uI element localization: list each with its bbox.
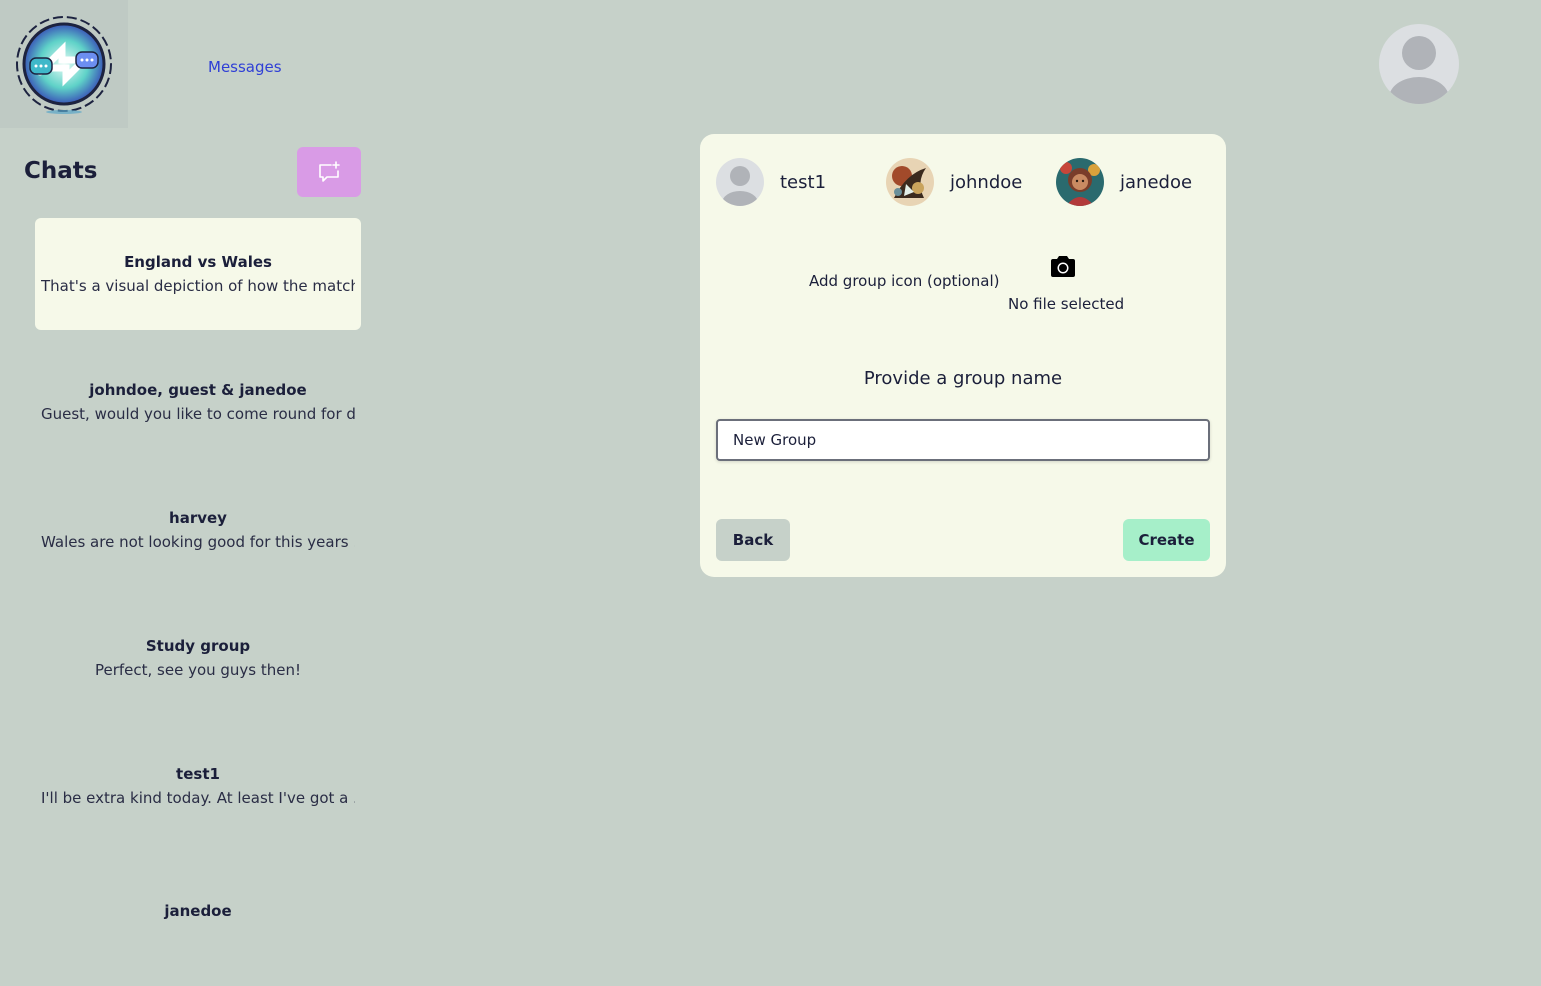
chat-preview: That's a visual depiction of how the mat…: [41, 277, 355, 295]
chat-list-item[interactable]: janedoe: [35, 858, 361, 970]
chat-name: Study group: [145, 637, 251, 655]
new-chat-button[interactable]: [297, 147, 361, 197]
chat-list-item[interactable]: harvey Wales are not looking good for th…: [35, 474, 361, 586]
chat-preview: I'll be extra kind today. At least I've …: [41, 789, 355, 807]
camera-icon: [1051, 256, 1075, 277]
chat-list: England vs Wales That's a visual depicti…: [35, 218, 361, 986]
chat-preview: Guest, would you like to come round for …: [41, 405, 355, 423]
member-avatar: [716, 158, 764, 206]
chat-list-item[interactable]: England vs Wales That's a visual depicti…: [35, 218, 361, 330]
chats-heading: Chats: [24, 158, 98, 184]
group-member-janedoe: janedoe: [1056, 158, 1192, 206]
chat-swap-logo-icon: [16, 16, 112, 114]
user-silhouette-icon: [1389, 36, 1449, 104]
upload-group-icon-button[interactable]: [1049, 254, 1077, 284]
group-name-input[interactable]: [716, 419, 1210, 461]
chat-list-item[interactable]: johndoe, guest & janedoe Guest, would yo…: [35, 346, 361, 458]
member-avatar: [886, 158, 934, 206]
chat-list-item[interactable]: test1 I'll be extra kind today. At least…: [35, 730, 361, 842]
chat-name: test1: [176, 765, 220, 783]
chat-name: harvey: [169, 509, 227, 527]
chat-name: England vs Wales: [124, 253, 272, 271]
member-name: janedoe: [1120, 171, 1193, 193]
member-name: test1: [780, 171, 827, 193]
profile-avatar[interactable]: [1379, 24, 1459, 104]
back-button[interactable]: Back: [716, 519, 790, 561]
chat-list-item[interactable]: Study group Perfect, see you guys then!: [35, 602, 361, 714]
girl-art-avatar-icon: [1056, 158, 1104, 206]
group-name-prompt: Provide a group name: [863, 368, 1063, 389]
member-avatar: [1056, 158, 1104, 206]
app-logo[interactable]: [0, 0, 128, 128]
create-group-panel: test1 johndoe janedoe Add group icon (op…: [700, 134, 1226, 577]
chat-preview: Perfect, see you guys then!: [94, 661, 302, 679]
file-selection-status: No file selected: [1008, 295, 1125, 313]
group-member-johndoe: johndoe: [886, 158, 1022, 206]
member-name: johndoe: [950, 171, 1023, 193]
nav-messages-link[interactable]: Messages: [208, 58, 282, 76]
chat-preview: Wales are not looking good for this year…: [41, 533, 355, 551]
new-message-icon: [319, 161, 340, 182]
chat-name: johndoe, guest & janedoe: [89, 381, 307, 399]
create-group-button[interactable]: Create: [1123, 519, 1210, 561]
dragon-art-avatar-icon: [886, 158, 934, 206]
group-icon-label: Add group icon (optional): [809, 272, 1000, 290]
chat-name: janedoe: [164, 902, 232, 920]
group-member-test1: test1: [716, 158, 826, 206]
default-avatar-icon: [716, 158, 764, 206]
